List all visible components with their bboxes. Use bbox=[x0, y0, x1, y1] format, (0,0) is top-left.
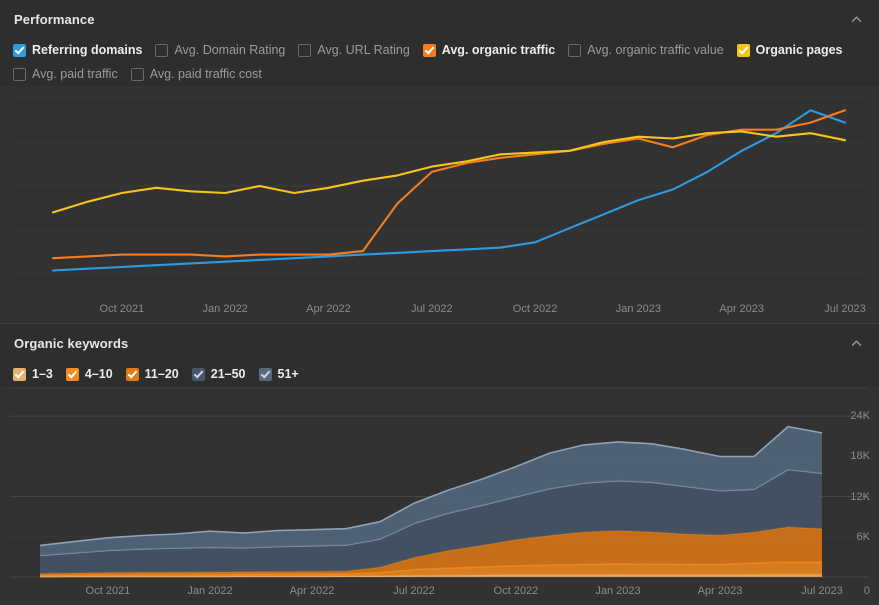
legend-toggle-avg-paid-traffic-cost[interactable]: Avg. paid traffic cost bbox=[128, 62, 265, 86]
legend-label: 4–10 bbox=[84, 367, 113, 381]
checkbox-checked-icon[interactable] bbox=[422, 43, 436, 57]
y-axis-tick-label: 24K bbox=[850, 410, 870, 423]
page-title: Performance bbox=[14, 11, 95, 27]
legend-label: Organic pages bbox=[755, 43, 843, 57]
y-axis-tick-label: 6K bbox=[856, 530, 870, 543]
legend-toggle-organic-pages[interactable]: Organic pages bbox=[734, 38, 846, 62]
y-axis-tick-label: 12K bbox=[850, 490, 870, 503]
checkbox-checked-icon[interactable] bbox=[13, 367, 26, 381]
legend-toggle-51[interactable]: 51+ bbox=[256, 362, 302, 386]
checkbox-checked-icon[interactable] bbox=[258, 367, 272, 381]
legend-label: Referring domains bbox=[32, 43, 143, 57]
legend-toggle-avg-organic-traffic[interactable]: Avg. organic traffic bbox=[420, 38, 558, 62]
legend-label: Avg. organic traffic value bbox=[587, 43, 724, 57]
performance-panel-header: Performance bbox=[0, 0, 879, 38]
y-axis-zero-label: 0 bbox=[863, 585, 870, 597]
checkbox-checked-icon[interactable] bbox=[736, 43, 750, 57]
legend-label: Avg. Domain Rating bbox=[174, 43, 286, 57]
legend-label: 51+ bbox=[277, 367, 299, 381]
chevron-up-icon[interactable] bbox=[849, 12, 863, 26]
x-axis-tick-label: Oct 2022 bbox=[512, 303, 558, 315]
chevron-up-icon[interactable] bbox=[849, 336, 863, 350]
legend-toggle-4-10[interactable]: 4–10 bbox=[63, 362, 116, 386]
x-axis-tick-label: Jul 2022 bbox=[393, 585, 435, 597]
legend-toggle-avg-paid-traffic[interactable]: Avg. paid traffic bbox=[10, 62, 121, 86]
legend-toggle-referring-domains[interactable]: Referring domains bbox=[10, 38, 145, 62]
checkbox-checked-icon[interactable] bbox=[191, 367, 205, 381]
y-axis-tick-label: 18K bbox=[850, 450, 870, 463]
x-axis-tick-label: Jul 2022 bbox=[410, 303, 453, 315]
legend-toggle-avg-url-rating[interactable]: Avg. URL Rating bbox=[295, 38, 412, 62]
x-axis-tick-label: Apr 2022 bbox=[289, 585, 335, 597]
x-axis-tick-label: Jan 2023 bbox=[595, 585, 641, 597]
checkbox-unchecked-icon[interactable] bbox=[568, 43, 582, 57]
performance-metric-legend: Referring domains Avg. Domain Rating Avg. … bbox=[0, 38, 879, 86]
x-axis-tick-label: Oct 2021 bbox=[85, 585, 131, 597]
checkbox-unchecked-icon[interactable] bbox=[130, 67, 144, 81]
x-axis-tick-label: Jan 2023 bbox=[615, 303, 662, 315]
legend-label: 1–3 bbox=[32, 367, 53, 381]
legend-label: Avg. paid traffic bbox=[32, 67, 118, 81]
legend-toggle-1-3[interactable]: 1–3 bbox=[10, 362, 56, 386]
checkbox-checked-icon[interactable] bbox=[13, 43, 26, 57]
x-axis-tick-label: Jul 2023 bbox=[801, 585, 843, 597]
x-axis-tick-label: Apr 2022 bbox=[306, 303, 351, 315]
checkbox-unchecked-icon[interactable] bbox=[298, 43, 312, 57]
organic-keywords-panel-header: Organic keywords bbox=[0, 324, 879, 362]
checkbox-unchecked-icon[interactable] bbox=[155, 43, 169, 57]
performance-chart bbox=[0, 86, 879, 301]
checkbox-unchecked-icon[interactable] bbox=[13, 67, 26, 81]
legend-label: Avg. URL Rating bbox=[317, 43, 410, 57]
x-axis-tick-label: Jan 2022 bbox=[187, 585, 233, 597]
legend-label: Avg. paid traffic cost bbox=[149, 67, 262, 81]
organic-keywords-x-axis: Oct 2021 Jan 2022 Apr 2022 Jul 2022 Oct 2022… bbox=[0, 581, 879, 605]
legend-toggle-21-50[interactable]: 21–50 bbox=[189, 362, 249, 386]
organic-keywords-area-chart-canvas bbox=[10, 387, 869, 578]
legend-toggle-avg-domain-rating[interactable]: Avg. Domain Rating bbox=[152, 38, 288, 62]
x-axis-tick-label: Apr 2023 bbox=[697, 585, 743, 597]
legend-toggle-avg-organic-traffic-value[interactable]: Avg. organic traffic value bbox=[565, 38, 726, 62]
checkbox-checked-icon[interactable] bbox=[65, 367, 79, 381]
checkbox-checked-icon[interactable] bbox=[125, 367, 139, 381]
organic-keywords-bucket-legend: 1–3 4–10 11–20 21–50 51+ bbox=[0, 362, 879, 386]
performance-x-axis: Oct 2021 Jan 2022 Apr 2022 Jul 2022 Oct 2022… bbox=[0, 301, 879, 323]
performance-line-chart-canvas bbox=[10, 97, 869, 275]
organic-keywords-chart: 6K 12K 18K 24K bbox=[0, 386, 879, 581]
x-axis-tick-label: Jan 2022 bbox=[202, 303, 248, 315]
line-series bbox=[51, 130, 847, 214]
legend-label: 21–50 bbox=[210, 367, 246, 381]
x-axis-tick-label: Apr 2023 bbox=[719, 303, 765, 315]
x-axis-tick-label: Oct 2021 bbox=[99, 303, 145, 315]
organic-keywords-panel: Organic keywords 1–3 4–10 11–20 21–50 51+ 6K… bbox=[0, 324, 879, 605]
legend-label: Avg. organic traffic bbox=[441, 43, 556, 57]
performance-panel: Performance Referring domains Avg. Domain… bbox=[0, 0, 879, 323]
legend-label: 11–20 bbox=[144, 367, 179, 381]
x-axis-tick-label: Oct 2022 bbox=[493, 585, 539, 597]
organic-keywords-title: Organic keywords bbox=[14, 335, 129, 351]
legend-toggle-11-20[interactable]: 11–20 bbox=[123, 362, 182, 386]
x-axis-tick-label: Jul 2023 bbox=[824, 303, 866, 315]
